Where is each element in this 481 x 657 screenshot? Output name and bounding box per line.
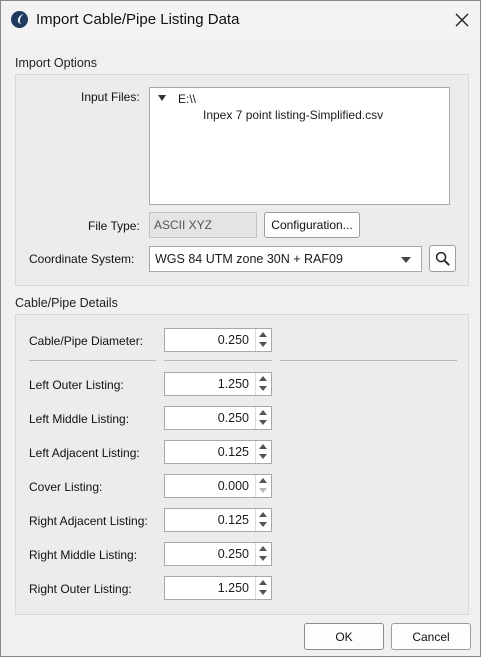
coordinate-system-select[interactable]: WGS 84 UTM zone 30N + RAF09 — [149, 246, 422, 272]
left-adjacent-spinbox[interactable]: 0.125 — [164, 440, 272, 464]
tree-root-folder[interactable]: E:\\ — [178, 92, 196, 106]
right-outer-label: Right Outer Listing: — [29, 582, 132, 596]
right-middle-spin-buttons — [255, 543, 271, 565]
spin-up-icon[interactable] — [256, 577, 271, 588]
cancel-button[interactable]: Cancel — [391, 623, 471, 650]
left-outer-value[interactable]: 1.250 — [218, 373, 249, 395]
separator-left — [29, 360, 156, 361]
cover-spinbox[interactable]: 0.000 — [164, 474, 272, 498]
right-adjacent-spinbox[interactable]: 0.125 — [164, 508, 272, 532]
left-adjacent-spin-buttons — [255, 441, 271, 463]
spin-up-icon[interactable] — [256, 441, 271, 452]
spin-up-icon[interactable] — [256, 373, 271, 384]
spin-up-icon[interactable] — [256, 329, 271, 340]
file-type-field: ASCII XYZ — [149, 212, 257, 238]
separator-middle — [164, 360, 272, 361]
spin-down-icon[interactable] — [256, 418, 271, 429]
separator-right — [280, 360, 457, 361]
left-adjacent-label: Left Adjacent Listing: — [29, 446, 140, 460]
close-button[interactable] — [446, 5, 478, 35]
right-outer-value[interactable]: 1.250 — [218, 577, 249, 599]
spin-down-icon[interactable] — [256, 554, 271, 565]
configuration-button[interactable]: Configuration... — [264, 212, 360, 238]
left-outer-spin-buttons — [255, 373, 271, 395]
cover-spin-buttons — [255, 475, 271, 497]
diameter-label: Cable/Pipe Diameter: — [29, 334, 144, 348]
spin-up-icon[interactable] — [256, 475, 271, 486]
left-adjacent-value[interactable]: 0.125 — [218, 441, 249, 463]
right-adjacent-label: Right Adjacent Listing: — [29, 514, 148, 528]
cover-value[interactable]: 0.000 — [218, 475, 249, 497]
ok-button[interactable]: OK — [304, 623, 384, 650]
left-outer-label: Left Outer Listing: — [29, 378, 124, 392]
left-middle-spin-buttons — [255, 407, 271, 429]
left-middle-value[interactable]: 0.250 — [218, 407, 249, 429]
right-adjacent-value[interactable]: 0.125 — [218, 509, 249, 531]
spin-down-icon[interactable] — [256, 588, 271, 599]
right-middle-label: Right Middle Listing: — [29, 548, 138, 562]
title-bar: Import Cable/Pipe Listing Data — [1, 1, 480, 39]
dialog-title: Import Cable/Pipe Listing Data — [36, 11, 240, 28]
cable-details-heading: Cable/Pipe Details — [15, 296, 118, 310]
input-files-tree[interactable]: E:\\ Inpex 7 point listing-Simplified.cs… — [149, 87, 450, 205]
import-dialog: Import Cable/Pipe Listing Data Import Op… — [0, 0, 481, 657]
right-outer-spin-buttons — [255, 577, 271, 599]
right-adjacent-spin-buttons — [255, 509, 271, 531]
left-middle-label: Left Middle Listing: — [29, 412, 130, 426]
diameter-spin-buttons — [255, 329, 271, 351]
right-middle-spinbox[interactable]: 0.250 — [164, 542, 272, 566]
file-type-label: File Type: — [88, 219, 140, 233]
import-options-heading: Import Options — [15, 56, 97, 70]
spin-down-icon[interactable] — [256, 452, 271, 463]
left-outer-spinbox[interactable]: 1.250 — [164, 372, 272, 396]
spin-down-icon[interactable] — [256, 340, 271, 351]
spin-down-icon[interactable] — [256, 384, 271, 395]
coordinate-system-label: Coordinate System: — [29, 252, 135, 266]
chevron-down-icon — [401, 257, 411, 263]
left-middle-spinbox[interactable]: 0.250 — [164, 406, 272, 430]
diameter-value[interactable]: 0.250 — [218, 329, 249, 351]
tree-file-item[interactable]: Inpex 7 point listing-Simplified.csv — [203, 108, 383, 122]
cover-label: Cover Listing: — [29, 480, 103, 494]
spin-up-icon[interactable] — [256, 543, 271, 554]
tree-expanded-icon[interactable] — [158, 95, 166, 101]
spin-up-icon[interactable] — [256, 509, 271, 520]
app-logo-icon — [11, 11, 28, 28]
diameter-spinbox[interactable]: 0.250 — [164, 328, 272, 352]
coordinate-search-button[interactable] — [429, 245, 456, 272]
spin-up-icon[interactable] — [256, 407, 271, 418]
input-files-label: Input Files: — [81, 90, 140, 104]
spin-down-icon[interactable] — [256, 520, 271, 531]
right-outer-spinbox[interactable]: 1.250 — [164, 576, 272, 600]
search-icon — [435, 251, 450, 266]
close-icon — [455, 13, 469, 27]
right-middle-value[interactable]: 0.250 — [218, 543, 249, 565]
spin-down-icon — [256, 486, 271, 497]
coordinate-system-value: WGS 84 UTM zone 30N + RAF09 — [155, 252, 343, 266]
